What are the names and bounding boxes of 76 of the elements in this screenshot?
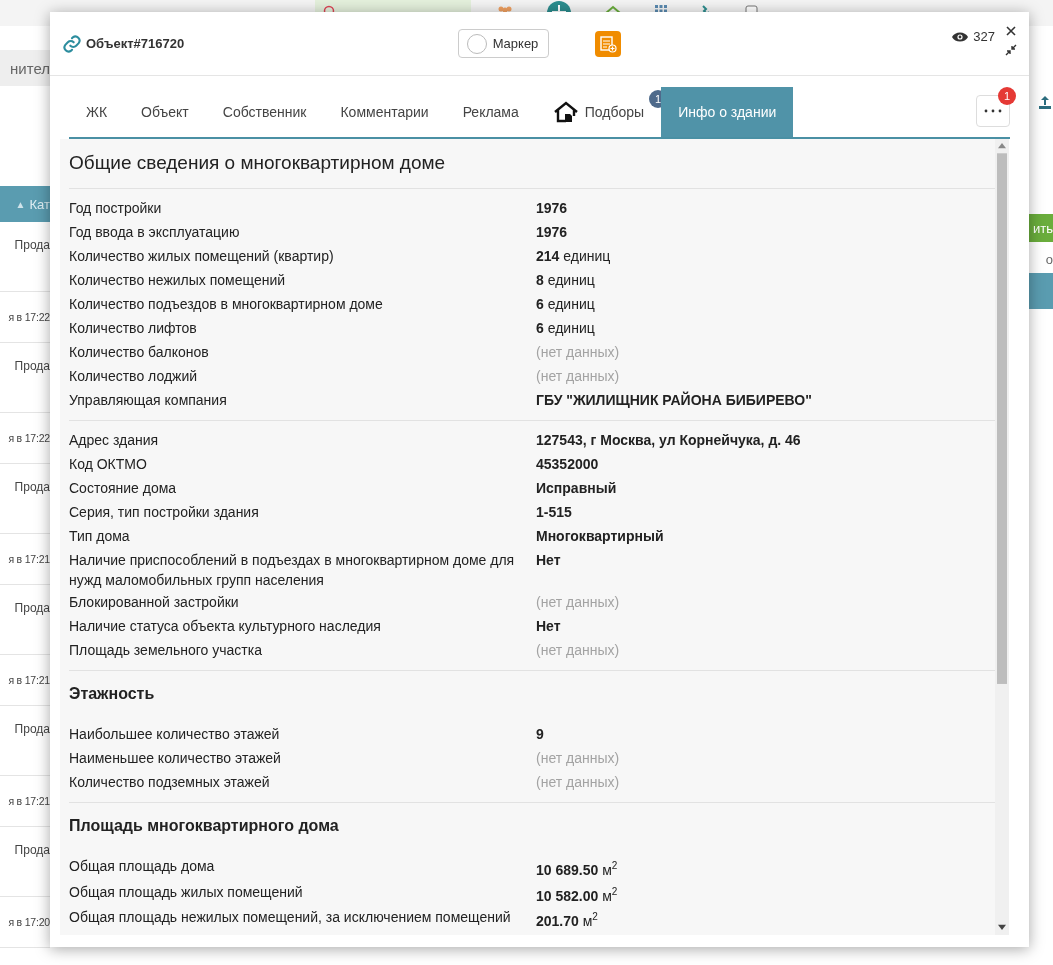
field-value: (нет данных): [536, 343, 621, 362]
field-label: Количество лифтов: [69, 319, 198, 338]
field-value: (нет данных): [536, 367, 621, 386]
field-label: Серия, тип постройки здания: [69, 503, 260, 522]
tab[interactable]: Собственник: [205, 87, 324, 137]
dialog-title: Объект#716720: [86, 36, 185, 51]
section-title: Площадь многоквартирного дома: [69, 816, 340, 836]
views-counter: 327: [951, 29, 995, 44]
notification-badge: 1: [998, 87, 1016, 105]
field-value: 127543, г Москва, ул Корнейчука, д. 46: [536, 431, 802, 450]
field-label: Код ОКТМО: [69, 455, 148, 474]
field-label: Наибольшее количество этажей: [69, 725, 281, 744]
close-button[interactable]: [1006, 26, 1016, 36]
field-label: Общая площадь жилых помещений: [69, 882, 304, 902]
field-value: 214 единиц: [536, 247, 612, 266]
field-value: Исправный: [536, 479, 618, 498]
column-label: о: [1045, 252, 1053, 267]
scrollbar[interactable]: [995, 139, 1009, 935]
tab[interactable]: ЖК: [69, 87, 125, 137]
field-label: Управляющая компания: [69, 391, 228, 410]
field-value: 6 единиц: [536, 319, 596, 338]
collapse-icon: [1005, 44, 1017, 56]
upload-icon[interactable]: [1037, 94, 1053, 110]
field-label: Количество подъездов в многоквартирном доме: [69, 295, 384, 314]
field-value: ГБУ "ЖИЛИЩНИК РАЙОНА БИБИРЕВО": [536, 390, 813, 410]
field-value: 201.70 м$^{2}$: [536, 910, 599, 931]
field-value: Нет: [536, 617, 562, 636]
collapse-button[interactable]: [1005, 44, 1017, 56]
tab[interactable]: Объект: [124, 87, 206, 137]
section-title: Общие сведения о многоквартирном доме: [69, 139, 995, 189]
sort-arrow: ▲: [15, 198, 26, 210]
field-label: Площадь земельного участка: [69, 641, 263, 660]
link-icon: [62, 33, 82, 54]
field-label: Количество балконов: [69, 343, 210, 362]
field-label: Адрес здания: [69, 431, 160, 450]
filter-field[interactable]: нител: [0, 50, 50, 86]
field-label: Год ввода в эксплуатацию: [69, 223, 241, 242]
field-value: 9: [536, 725, 545, 744]
field-label: Количество лоджий: [69, 367, 199, 386]
field-value: 1976: [536, 223, 569, 242]
close-icon: [1006, 26, 1016, 36]
field-label: Наименьшее количество этажей: [69, 749, 282, 768]
column-title: Кат: [29, 196, 50, 212]
field-label: Общая площадь дома: [69, 857, 216, 876]
field-value: 1976: [536, 199, 569, 218]
field-label: Состояние дома: [69, 479, 178, 498]
marker-button[interactable]: Маркер: [457, 29, 550, 58]
eye-icon: [951, 30, 970, 43]
field-value: 10 689.50 м$^{2}$: [536, 859, 619, 880]
field-label: Год постройки: [69, 199, 163, 218]
field-value: 6 единиц: [536, 295, 596, 314]
field-value: (нет данных): [536, 773, 621, 792]
field-value: Нет: [536, 551, 562, 570]
document-plus-icon: [599, 34, 618, 53]
field-value: (нет данных): [536, 641, 621, 660]
field-value: 10 582.00 м$^{2}$: [536, 884, 619, 906]
field-label: Количество подземных этажей: [69, 773, 271, 792]
tab[interactable]: Комментарии: [323, 87, 446, 137]
field-label: Общая площадь нежилых помещений, за исключением помещений: [69, 908, 512, 928]
field-label: Количество жилых помещений (квартир): [69, 247, 335, 266]
field-value: 1-515: [536, 503, 573, 522]
field-value: (нет данных): [536, 749, 621, 768]
add-document-button[interactable]: [595, 30, 622, 57]
field-label: Блокированной застройки: [69, 593, 240, 612]
field-label: Количество нежилых помещений: [69, 271, 287, 290]
more-icon: [984, 109, 1002, 113]
field-label: Наличие приспособлений в подъездах в многоквартирном доме для нужд маломобильных групп населения: [69, 551, 516, 590]
field-value: 45352000: [536, 455, 600, 474]
field-value: (нет данных): [536, 593, 621, 612]
tab[interactable]: Реклама: [445, 87, 536, 137]
field-value: 8 единиц: [536, 271, 596, 290]
section-title: Этажность: [69, 684, 156, 704]
field-value: Многоквартирный: [536, 527, 665, 546]
field-label: Наличие статуса объекта культурного наследия: [69, 617, 382, 636]
field-label: Тип дома: [69, 527, 131, 546]
marker-checkbox[interactable]: [466, 33, 487, 54]
